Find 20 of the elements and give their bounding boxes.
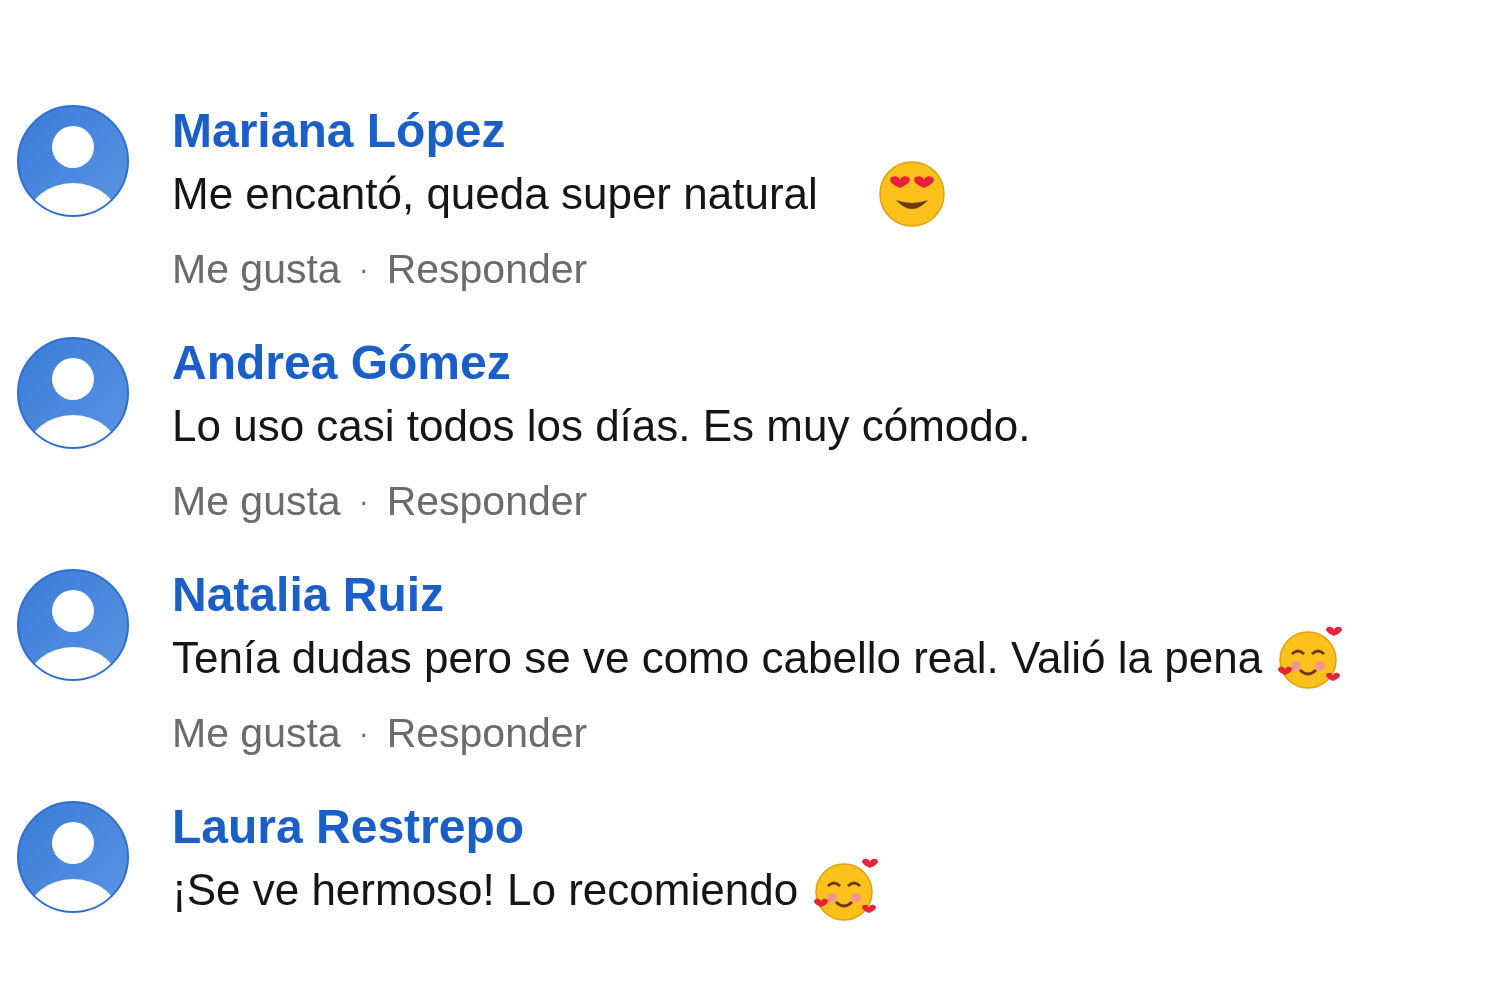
reply-link[interactable]: Responder bbox=[386, 477, 588, 525]
comment-text: Lo uso casi todos los días. Es muy cómodo. bbox=[172, 401, 1031, 451]
separator-dot: · bbox=[358, 252, 369, 286]
comment-text: ¡Se ve hermoso! Lo recomiendo bbox=[172, 865, 799, 915]
reply-link[interactable]: Responder bbox=[386, 245, 588, 293]
reply-link[interactable]: Responder bbox=[386, 709, 588, 757]
comment-text: Me encantó, queda super natural bbox=[172, 169, 818, 219]
separator-dot: · bbox=[358, 716, 369, 750]
separator-dot: · bbox=[358, 484, 369, 518]
author-name[interactable]: Andrea Gómez bbox=[172, 335, 511, 391]
like-link[interactable]: Me gusta bbox=[172, 245, 341, 293]
author-name[interactable]: Laura Restrepo bbox=[172, 799, 525, 855]
heart-eyes-smiley-icon bbox=[877, 160, 946, 228]
author-name[interactable]: Natalia Ruiz bbox=[172, 567, 445, 623]
like-link[interactable]: Me gusta bbox=[172, 709, 341, 757]
smiley-with-hearts-icon bbox=[812, 856, 881, 924]
comment-text: Tenía dudas pero se ve como cabello real. Valió la pena bbox=[172, 633, 1263, 683]
like-link[interactable]: Me gusta bbox=[172, 477, 341, 525]
author-name[interactable]: Mariana López bbox=[172, 103, 506, 159]
smiley-with-hearts-icon bbox=[1276, 624, 1345, 692]
